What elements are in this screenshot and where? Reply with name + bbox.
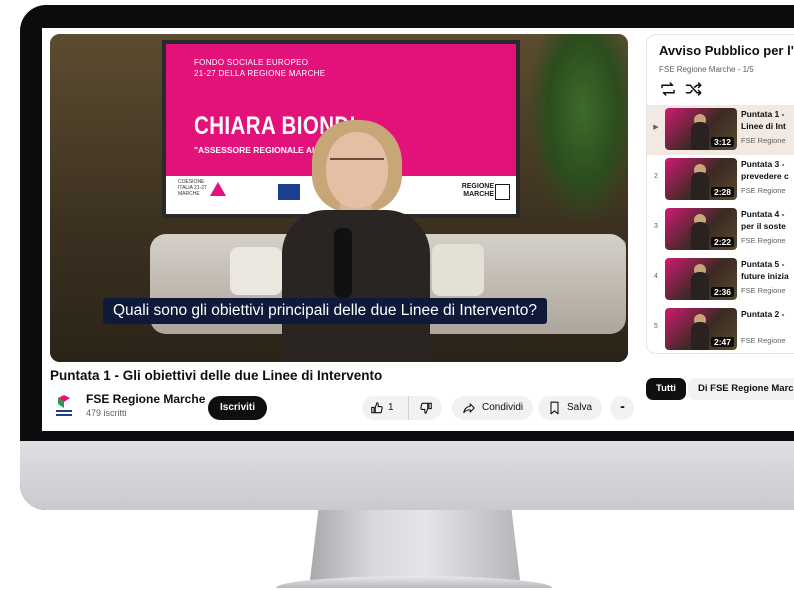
playlist-item-index: 2 [654,173,658,180]
playlist-item-channel: FSE Regione [741,136,786,145]
share-icon [463,403,475,414]
pillow [230,247,282,295]
playlist-item-title: Puntata 3 - [741,159,785,169]
playlist-item-thumbnail: 2:47 [665,308,737,350]
subscriber-count: 479 iscritti [86,408,127,418]
more-icon: ••• [620,405,624,411]
bookmark-icon [550,401,559,415]
speaker-body [282,210,430,362]
share-button[interactable]: Condividi [452,396,534,420]
playlist-item[interactable]: 3 2:22 Puntata 4 - per il soste FSE Regi… [647,205,794,255]
playlist-item-thumbnail: 2:36 [665,258,737,300]
playlist-item-channel: FSE Regione [741,236,786,245]
playlist-title[interactable]: Avviso Pubblico per l' [659,43,794,58]
monitor-stand [310,510,520,580]
loop-icon[interactable] [659,81,677,97]
like-button[interactable]: 1 [362,396,410,420]
eu-flag-logo [278,184,300,200]
playlist-item-title: Puntata 2 - [741,309,785,319]
thumbs-up-icon [371,402,383,414]
microphone [334,228,352,298]
like-count: 1 [388,402,394,413]
playlist-item-duration: 2:28 [710,187,734,197]
playlist-item-channel: FSE Regione [741,186,786,195]
speaker-glasses [330,158,384,172]
regione-marche-logo: REGIONE MARCHE [461,183,494,198]
playlist-item-duration: 3:12 [710,137,734,147]
regione-marche-logo-mark [495,184,510,200]
playlist-item-thumbnail: 2:28 [665,158,737,200]
save-label: Salva [567,402,593,413]
playlist-item[interactable]: ▶ 3:12 Puntata 1 - Linee di Int FSE Regi… [647,105,794,155]
chip-all[interactable]: Tutti [646,378,686,400]
playlist-item-title: Puntata 4 - [741,209,785,219]
playlist-item-channel: FSE Regione [741,286,786,295]
playlist-item[interactable]: 2 2:28 Puntata 3 - prevedere c FSE Regio… [647,155,794,205]
playlist-item-index: 5 [654,323,658,330]
save-button[interactable]: Salva [538,396,603,420]
playlist-item-index: 3 [654,223,658,230]
playlist-item-thumbnail: 2:22 [665,208,737,250]
screen: FONDO SOCIALE EUROPEO 21-27 DELLA REGION… [42,28,794,431]
playlist-panel: Avviso Pubblico per l' FSE Regione March… [646,34,794,354]
share-label: Condividi [482,402,524,413]
playlist-item-duration: 2:22 [710,237,734,247]
playlist-item-title: future inizia [741,271,789,281]
monitor-frame: FONDO SOCIALE EUROPEO 21-27 DELLA REGION… [20,5,794,510]
playlist-item-thumbnail: 3:12 [665,108,737,150]
playlist-item[interactable]: 4 2:36 Puntata 5 - future inizia FSE Reg… [647,255,794,305]
playlist-item-title: Puntata 1 - [741,109,785,119]
playlist-item-duration: 2:47 [710,337,734,347]
channel-name[interactable]: FSE Regione Marche [86,392,205,406]
subscribe-button[interactable]: Iscriviti [208,396,268,420]
more-options-button[interactable]: ••• [610,396,634,420]
playlist-item-index: 4 [654,273,658,280]
backdrop-speaker-role: "ASSESSORE REGIONALE AL [194,145,318,155]
shuffle-icon[interactable] [685,81,703,97]
thumbs-down-icon [419,402,432,414]
video-player[interactable]: FONDO SOCIALE EUROPEO 21-27 DELLA REGION… [50,34,628,362]
playlist-item-title: per il soste [741,221,786,231]
plant [528,34,628,224]
playlist-item[interactable]: 5 2:47 Puntata 2 - FSE Regione [647,305,794,353]
like-dislike-group: 1 [362,396,442,420]
coesione-logo-mark [210,182,226,196]
pillow [432,244,484,296]
dislike-button[interactable] [409,396,442,420]
backdrop-line-1: FONDO SOCIALE EUROPEO [194,58,309,67]
backdrop-line-2: 21-27 DELLA REGIONE MARCHE [194,69,326,78]
playlist-item-title: Linee di Int [741,121,786,131]
coesione-logo: COESIONE ITALIA 21-27 MARCHE [178,179,207,197]
playlist-item-duration: 2:36 [710,287,734,297]
playlist-item-index: ▶ [653,124,659,131]
video-subtitle: Quali sono gli obiettivi principali dell… [103,298,547,324]
monitor-chin [20,441,794,510]
playlist-subtitle[interactable]: FSE Regione Marche - 1/5 [659,65,754,74]
video-title: Puntata 1 - Gli obiettivi delle due Line… [50,368,383,383]
chip-from-channel[interactable]: Di FSE Regione Marc [688,378,794,400]
playlist-item-title: prevedere c [741,171,789,181]
playlist-item-title: Puntata 5 - [741,259,785,269]
playlist-item-channel: FSE Regione [741,336,786,345]
channel-logo-icon[interactable] [54,394,74,418]
